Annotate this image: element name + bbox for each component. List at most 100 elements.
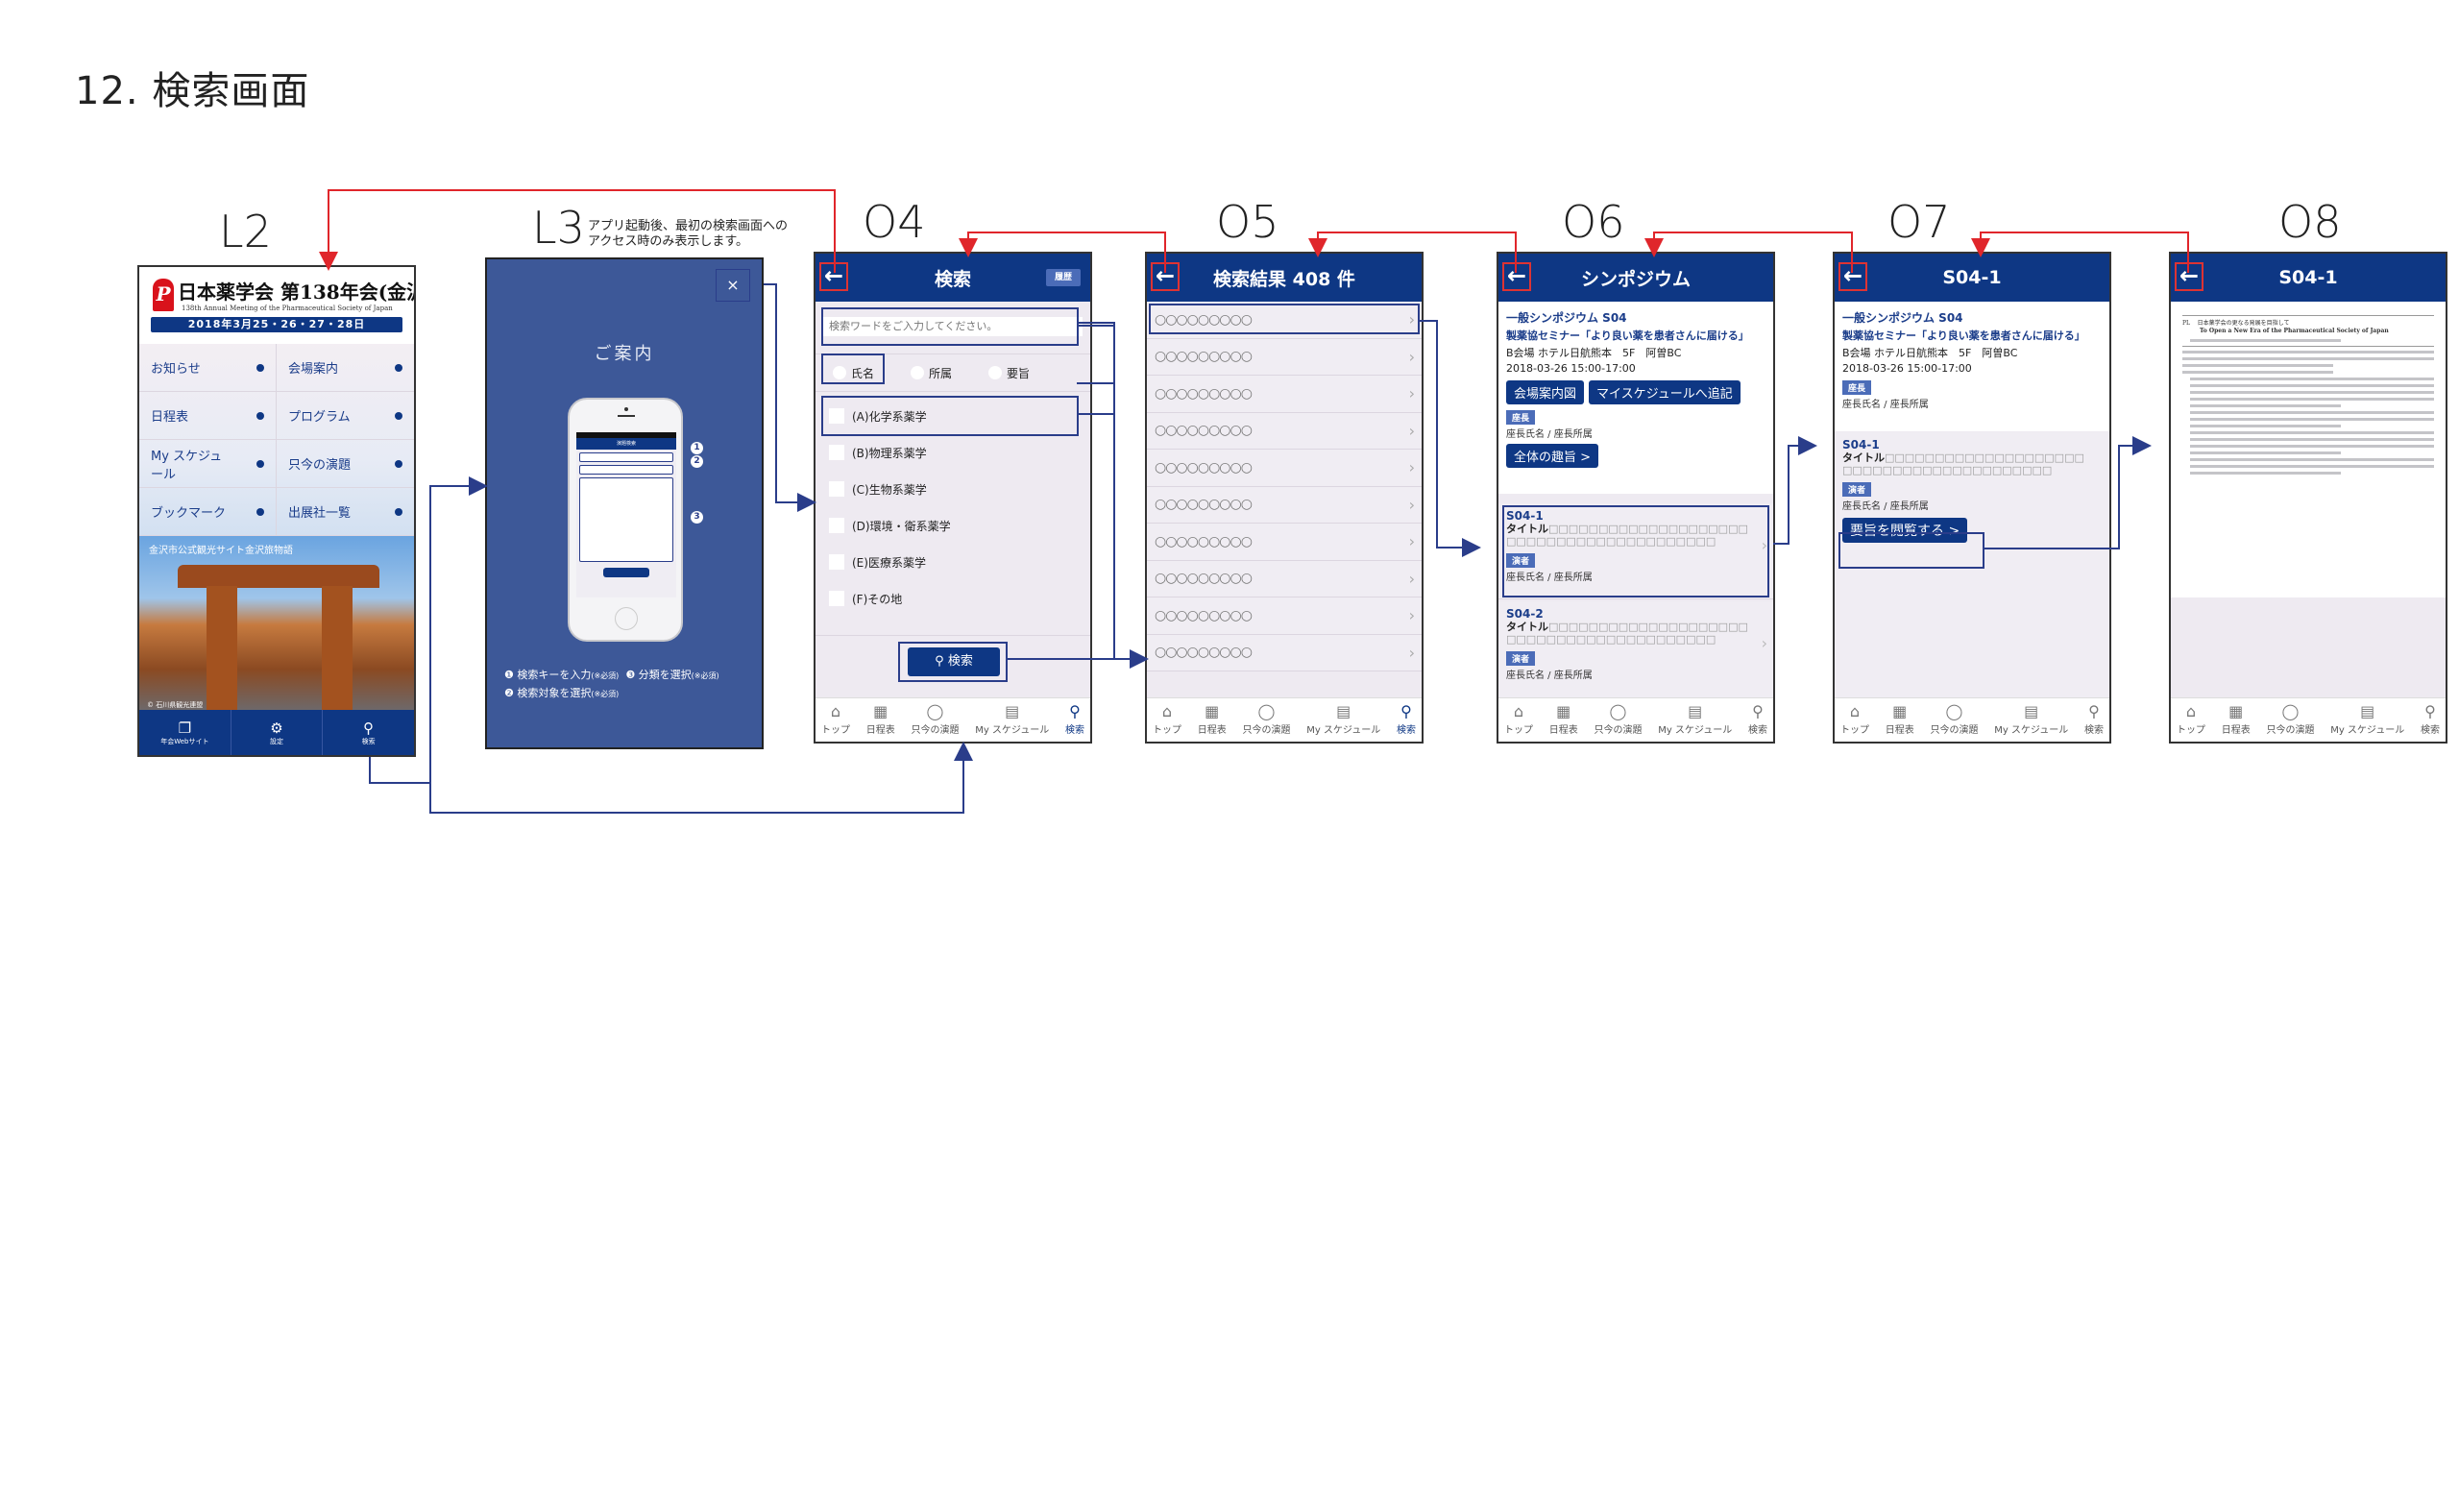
chair-name: 座長氏名 / 座長所属	[1842, 400, 1929, 410]
result-row[interactable]: ○○○○○○○○○ ›	[1147, 597, 1422, 635]
tab-timetable[interactable]: ▦ 日程表	[1549, 702, 1578, 742]
kanazawa-gate-photo[interactable]: 金沢市公式観光サイト金沢旅物語 © 石川県観光連盟	[139, 536, 414, 714]
category-checkbox[interactable]: (C)生物系薬学	[816, 471, 1090, 507]
tab-label: 日程表	[1885, 725, 1914, 736]
tab-search[interactable]: ⚲ 検索	[2421, 702, 2440, 742]
page-title: 12. 検索画面	[75, 69, 310, 113]
screen-l3-guide-overlay: × ご案内 演題検索 1 2 3 ❶ 検索キーを入力(※必須) ❸ 分類を選択(…	[485, 257, 764, 749]
tab-timetable[interactable]: ▦ 日程表	[1198, 702, 1227, 742]
doc-text-line	[2190, 438, 2434, 441]
radio-affiliation[interactable]: 所属	[911, 365, 952, 381]
title-label: タイトル	[1842, 451, 1885, 464]
tab-my-schedule[interactable]: ▤ My スケジュール	[2330, 702, 2404, 742]
result-row[interactable]: ○○○○○○○○○ ›	[1147, 338, 1422, 376]
doc-text-line	[2182, 357, 2434, 360]
tab-now-presenting[interactable]: ◯ 只今の演題	[2266, 702, 2314, 742]
result-title: ○○○○○○○○○	[1155, 571, 1253, 587]
menu-item-program[interactable]: プログラム	[277, 392, 414, 440]
tab-timetable[interactable]: ▦ 日程表	[2222, 702, 2251, 742]
back-arrow-icon[interactable]: ←	[2175, 262, 2203, 291]
back-arrow-icon[interactable]: ←	[819, 262, 848, 291]
schedule-icon: ▤	[1005, 702, 1020, 720]
tab-timetable[interactable]: ▦ 日程表	[866, 702, 895, 742]
result-title: ○○○○○○○○○	[1155, 349, 1253, 365]
history-button[interactable]: 履歴	[1046, 269, 1081, 286]
category-checkbox[interactable]: (E)医療系薬学	[816, 544, 1090, 580]
radio-abstract[interactable]: 要旨	[988, 365, 1030, 381]
result-row[interactable]: ○○○○○○○○○ ›	[1147, 560, 1422, 597]
footer-search-button[interactable]: ⚲ 検索	[323, 710, 414, 755]
tab-search[interactable]: ⚲ 検索	[2084, 702, 2104, 742]
result-row[interactable]: ○○○○○○○○○ ›	[1147, 450, 1422, 487]
category-checkbox[interactable]: (F)その地	[816, 580, 1090, 617]
device-home-button	[615, 607, 638, 630]
tab-bar: ⌂ トップ ▦ 日程表 ◯ 只今の演題 ▤ My スケジュール ⚲ 検索	[1835, 697, 2109, 742]
checkbox	[829, 481, 844, 497]
tab-label: 日程表	[1197, 725, 1227, 736]
tab-top[interactable]: ⌂ トップ	[1840, 702, 1869, 742]
menu-item-venue-guide[interactable]: 会場案内	[277, 344, 414, 392]
menu-item-now-presenting[interactable]: 只今の演題	[277, 440, 414, 488]
doc-text-line	[2190, 458, 2434, 461]
tab-my-schedule[interactable]: ▤ My スケジュール	[1994, 702, 2068, 742]
menu-item-my-schedule[interactable]: My スケジュール	[139, 440, 277, 488]
tab-now-presenting[interactable]: ◯ 只今の演題	[1930, 702, 1978, 742]
tab-search[interactable]: ⚲ 検索	[1748, 702, 1767, 742]
tab-top[interactable]: ⌂ トップ	[821, 702, 850, 742]
result-title: ○○○○○○○○○	[1155, 459, 1253, 476]
tab-bar: ⌂ トップ ▦ 日程表 ◯ 只今の演題 ▤ My スケジュール ⚲ 検索	[1147, 697, 1422, 742]
back-arrow-icon[interactable]: ←	[1838, 262, 1867, 291]
add-to-schedule-button[interactable]: マイスケジュールへ追記	[1589, 380, 1741, 404]
doc-text-line	[2190, 425, 2342, 427]
tab-label: 日程表	[865, 725, 895, 736]
chat-bubble-icon: ◯	[1609, 702, 1627, 720]
tab-label: 只今の演題	[1242, 725, 1291, 736]
tab-my-schedule[interactable]: ▤ My スケジュール	[975, 702, 1049, 742]
menu-item-news[interactable]: お知らせ	[139, 344, 277, 392]
close-button[interactable]: ×	[716, 269, 750, 302]
doc-text-line	[2190, 445, 2434, 448]
results-list: ○○○○○○○○○ › ○○○○○○○○○ › ○○○○○○○○○ › ○○○○○○○…	[1147, 302, 1422, 671]
presentation-item[interactable]: S04-2 タイトル□□□□□□□□□□□□□□□□□□□□□□□□□□□□□□…	[1498, 601, 1773, 701]
result-row[interactable]: ○○○○○○○○○ ›	[1147, 634, 1422, 671]
required-note: (※必須)	[691, 671, 719, 680]
tab-search[interactable]: ⚲ 検索	[1065, 702, 1084, 742]
overview-button[interactable]: 全体の趣旨 >	[1506, 444, 1599, 468]
tab-my-schedule[interactable]: ▤ My スケジュール	[1658, 702, 1732, 742]
tab-timetable[interactable]: ▦ 日程表	[1886, 702, 1914, 742]
tab-search[interactable]: ⚲ 検索	[1397, 702, 1416, 742]
doc-text-line	[2190, 431, 2434, 434]
result-row[interactable]: ○○○○○○○○○ ›	[1147, 376, 1422, 413]
back-arrow-icon[interactable]: ←	[1502, 262, 1531, 291]
footer-settings-button[interactable]: ⚙ 設定	[231, 710, 324, 755]
back-arrow-icon[interactable]: ←	[1151, 262, 1180, 291]
tab-now-presenting[interactable]: ◯ 只今の演題	[1242, 702, 1290, 742]
menu-item-exhibitors[interactable]: 出展社一覧	[277, 488, 414, 536]
category-label: (F)その地	[852, 592, 903, 606]
tab-label: 只今の演題	[911, 725, 960, 736]
tab-my-schedule[interactable]: ▤ My スケジュール	[1306, 702, 1380, 742]
tab-now-presenting[interactable]: ◯ 只今の演題	[1594, 702, 1642, 742]
chat-bubble-icon: ◯	[1257, 702, 1276, 720]
footer-website-button[interactable]: ❐ 年会Webサイト	[139, 710, 231, 755]
tab-top[interactable]: ⌂ トップ	[1153, 702, 1181, 742]
tab-now-presenting[interactable]: ◯ 只今の演題	[911, 702, 959, 742]
schedule-icon: ▤	[2360, 702, 2375, 720]
category-checkbox[interactable]: (B)物理系薬学	[816, 434, 1090, 471]
menu-item-timetable[interactable]: 日程表	[139, 392, 277, 440]
highlight-abstract-button	[1838, 532, 1984, 569]
result-row[interactable]: ○○○○○○○○○ ›	[1147, 412, 1422, 450]
category-label: (D)環境・衛系薬学	[852, 519, 951, 533]
tab-label: トップ	[1153, 725, 1181, 736]
category-checkbox[interactable]: (D)環境・衛系薬学	[816, 507, 1090, 544]
device-speaker	[618, 415, 635, 417]
search-icon: ⚲	[2088, 702, 2100, 720]
arrow-dot-icon	[256, 411, 264, 420]
tourism-site-link[interactable]: 金沢市公式観光サイト金沢旅物語	[149, 542, 293, 556]
result-row[interactable]: ○○○○○○○○○ ›	[1147, 524, 1422, 561]
menu-item-bookmark[interactable]: ブックマーク	[139, 488, 277, 536]
tab-top[interactable]: ⌂ トップ	[2177, 702, 2205, 742]
venue-map-button[interactable]: 会場案内図	[1506, 380, 1585, 404]
result-row[interactable]: ○○○○○○○○○ ›	[1147, 486, 1422, 524]
tab-top[interactable]: ⌂ トップ	[1504, 702, 1533, 742]
